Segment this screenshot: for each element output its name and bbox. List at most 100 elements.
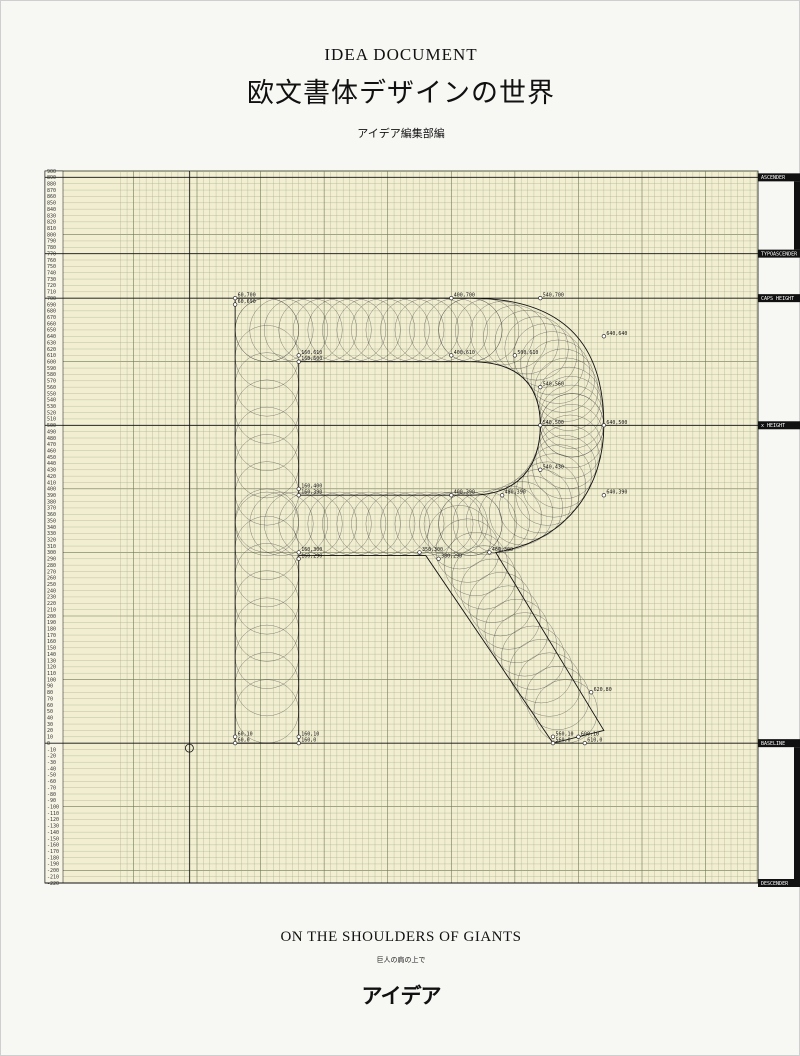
control-point (601, 334, 606, 339)
y-tick-label: 690 (47, 302, 56, 308)
control-point (487, 550, 492, 555)
y-tick-label: 140 (47, 652, 56, 658)
control-point (296, 556, 301, 561)
title-en: IDEA DOCUMENT (324, 45, 478, 64)
y-tick-label: 480 (47, 436, 56, 442)
y-tick-label: -190 (47, 862, 59, 868)
y-tick-label: 630 (47, 340, 56, 346)
y-tick-label: 580 (47, 372, 56, 378)
control-point (576, 734, 581, 739)
y-tick-label: -170 (47, 849, 59, 855)
point-label: 460,300 (492, 547, 513, 553)
point-label: 60,10 (238, 731, 253, 737)
y-tick-label: 330 (47, 531, 56, 537)
point-label: 600,10 (581, 731, 599, 737)
y-tick-label: 530 (47, 404, 56, 410)
control-point (296, 353, 301, 358)
point-label: 640,500 (606, 420, 627, 426)
subtitle-ja: 巨人の肩の上で (376, 956, 426, 964)
point-label: 160,290 (301, 553, 322, 559)
y-tick-label: 0 (47, 741, 50, 747)
y-tick-label: 220 (47, 601, 56, 607)
y-tick-label: 320 (47, 538, 56, 544)
control-point (538, 467, 543, 472)
y-tick-label: 730 (47, 277, 56, 283)
point-label: 540,560 (543, 382, 564, 388)
y-tick-label: 240 (47, 588, 56, 594)
title-ja: 欧文書体デザインの世界 (247, 78, 555, 109)
control-point (233, 296, 238, 301)
y-tick-label: -20 (47, 754, 56, 760)
control-point (601, 493, 606, 498)
y-tick-label: -10 (47, 747, 56, 753)
y-tick-label: 60 (47, 703, 53, 709)
control-point (296, 493, 301, 498)
y-tick-label: 790 (47, 239, 56, 245)
y-tick-label: 90 (47, 684, 53, 690)
point-label: 610,0 (587, 738, 602, 744)
y-tick-label: 520 (47, 410, 56, 416)
point-label: 160,610 (301, 350, 322, 356)
y-tick-label: 280 (47, 563, 56, 569)
control-point (550, 734, 556, 739)
control-point (233, 734, 238, 739)
y-tick-label: 650 (47, 328, 56, 334)
y-tick-label: 720 (47, 283, 56, 289)
y-tick-label: 770 (47, 251, 56, 257)
y-tick-label: -60 (47, 779, 56, 785)
y-tick-label: 640 (47, 334, 56, 340)
y-tick-label: 70 (47, 696, 53, 702)
grid-layer (44, 170, 759, 884)
y-tick-label: 620 (47, 347, 56, 353)
y-tick-label: 290 (47, 557, 56, 563)
point-label: 540,430 (543, 464, 564, 470)
y-tick-label: 570 (47, 379, 56, 385)
point-label: 400,610 (454, 350, 475, 356)
control-point (538, 296, 543, 301)
control-point (449, 353, 454, 358)
control-point (601, 423, 606, 428)
y-tick-label: -80 (47, 792, 56, 798)
y-tick-label: 800 (47, 232, 56, 238)
y-tick-label: 20 (47, 728, 53, 734)
y-tick-label: 190 (47, 620, 56, 626)
y-tick-label: -140 (47, 830, 59, 836)
point-label: 540,700 (543, 293, 564, 299)
point-label: 400,700 (454, 293, 475, 299)
y-tick-label: 370 (47, 506, 56, 512)
point-label: 380,290 (441, 553, 462, 559)
control-point (296, 486, 301, 491)
y-tick-label: 170 (47, 633, 56, 639)
y-tick-label: -120 (47, 817, 59, 823)
y-tick-label: -220 (47, 881, 59, 887)
y-tick-label: -130 (47, 824, 59, 830)
y-tick-label: 130 (47, 658, 56, 664)
metric-label: TYPOASCENDER (761, 251, 798, 257)
y-tick-label: 340 (47, 525, 56, 531)
y-tick-label: 500 (47, 423, 56, 429)
y-tick-label: 430 (47, 468, 56, 474)
metric-bar (794, 747, 800, 879)
y-tick-label: 300 (47, 550, 56, 556)
y-tick-label: 820 (47, 220, 56, 226)
y-tick-label: -110 (47, 811, 59, 817)
point-label: 620,80 (594, 687, 612, 693)
point-label: 60,0 (238, 738, 250, 744)
y-tick-label: 410 (47, 480, 56, 486)
y-tick-label: 550 (47, 391, 56, 397)
point-label: 60,700 (238, 293, 256, 299)
y-tick-label: 400 (47, 487, 56, 493)
y-tick-label: 100 (47, 677, 56, 683)
y-tick-label: 600 (47, 360, 56, 366)
point-label: 60,690 (238, 299, 256, 305)
y-tick-label: 230 (47, 595, 56, 601)
control-point (296, 550, 301, 555)
point-label: 160,600 (301, 356, 322, 362)
y-tick-label: 80 (47, 690, 53, 696)
subtitle-en: ON THE SHOULDERS OF GIANTS (280, 929, 522, 945)
y-tick-label: 450 (47, 455, 56, 461)
y-tick-label: 560 (47, 385, 56, 391)
y-tick-label: 870 (47, 188, 56, 194)
control-point (500, 493, 505, 498)
y-tick-label: 760 (47, 258, 56, 264)
